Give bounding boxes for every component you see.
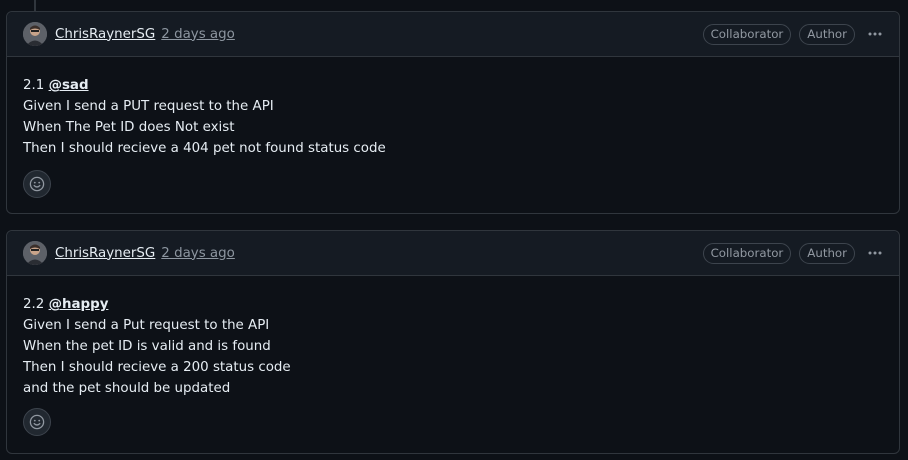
comment-line: Given I send a PUT request to the API (23, 99, 274, 114)
smiley-icon (29, 414, 45, 430)
comment-line: and the pet should be updated (23, 381, 231, 396)
collaborator-badge: Collaborator (702, 23, 792, 45)
kebab-horizontal-icon (868, 251, 882, 255)
comment-line: When The Pet ID does Not exist (23, 120, 235, 135)
comment-heading-line: 2.2 @happy (23, 294, 883, 315)
comment-body: 2.2 @happy Given I send a Put request to… (7, 276, 899, 399)
comment-header: ChrisRaynerSG 2 days ago Collaborator Au… (7, 12, 899, 57)
author-link[interactable]: ChrisRaynerSG (55, 27, 155, 42)
heading-prefix: 2.1 (23, 78, 45, 93)
comment-line: Then I should recieve a 404 pet not foun… (23, 141, 386, 156)
comment-line: Then I should recieve a 200 status code (23, 360, 291, 375)
add-reaction-button[interactable] (23, 408, 51, 436)
comment-header: ChrisRaynerSG 2 days ago Collaborator Au… (7, 231, 899, 276)
timeline-connector (34, 0, 36, 11)
avatar[interactable] (23, 22, 47, 46)
heading-prefix: 2.2 (23, 297, 45, 312)
comment-line: Given I send a Put request to the API (23, 318, 270, 333)
comment-options-button[interactable] (861, 241, 889, 265)
comment-line: When the pet ID is valid and is found (23, 339, 271, 354)
mention-link[interactable]: @happy (49, 297, 109, 312)
comment-card: ChrisRaynerSG 2 days ago Collaborator Au… (6, 11, 900, 214)
timestamp-link[interactable]: 2 days ago (161, 27, 235, 42)
collaborator-badge: Collaborator (702, 242, 792, 264)
comment-options-button[interactable] (861, 22, 889, 46)
smiley-icon (29, 176, 45, 192)
comment-card: ChrisRaynerSG 2 days ago Collaborator Au… (6, 230, 900, 454)
comment-heading-line: 2.1 @sad (23, 75, 883, 96)
author-link[interactable]: ChrisRaynerSG (55, 246, 155, 261)
avatar[interactable] (23, 241, 47, 265)
comment-body: 2.1 @sad Given I send a PUT request to t… (7, 57, 899, 159)
kebab-horizontal-icon (868, 32, 882, 36)
author-badge: Author (799, 242, 855, 264)
author-badge: Author (799, 23, 855, 45)
add-reaction-button[interactable] (23, 170, 51, 198)
timestamp-link[interactable]: 2 days ago (161, 246, 235, 261)
mention-link[interactable]: @sad (49, 78, 89, 93)
